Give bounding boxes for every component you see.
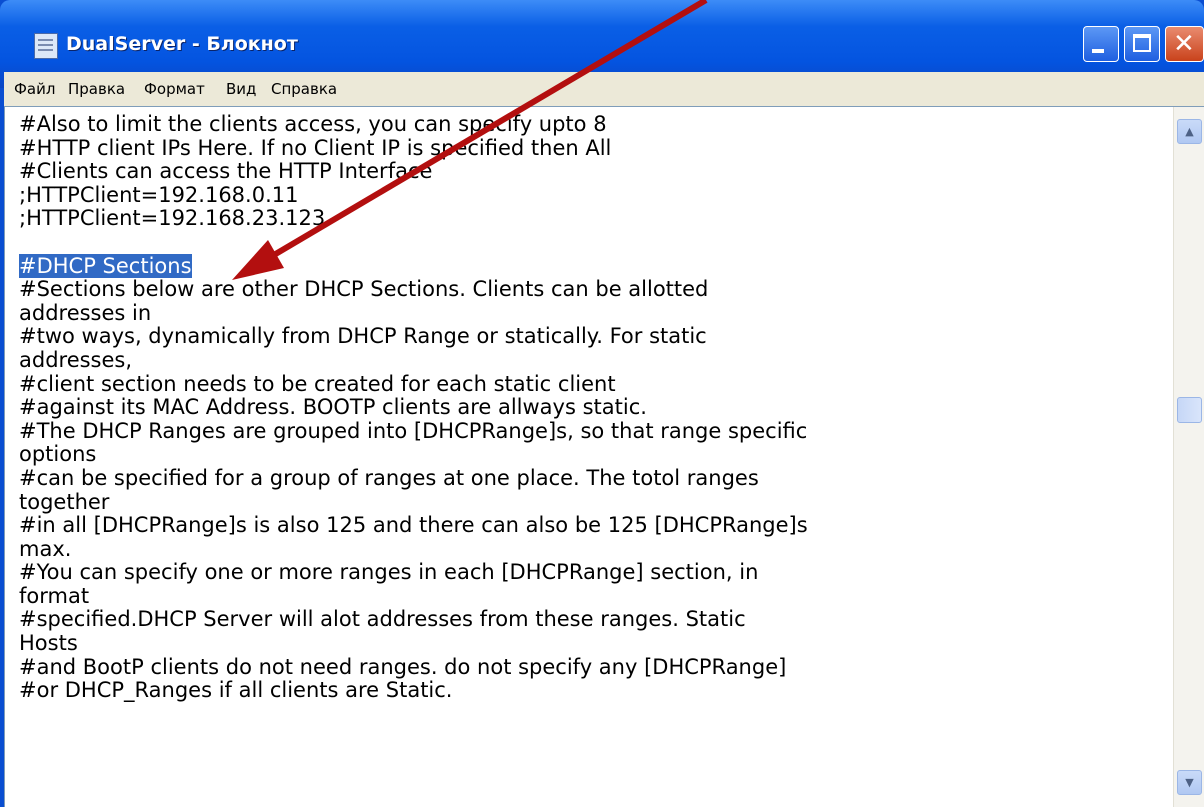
scroll-down-button[interactable]: ▼ (1177, 770, 1202, 795)
text-line-content: addresses in (19, 300, 152, 325)
minimize-button[interactable] (1083, 26, 1119, 62)
text-line[interactable]: #HTTP client IPs Here. If no Client IP i… (19, 135, 1169, 161)
text-line-content: ;HTTPClient=192.168.23.123 (19, 206, 326, 231)
text-line[interactable]: #client section needs to be created for … (19, 371, 1169, 397)
text-line-content: #Clients can access the HTTP Interface (19, 159, 433, 184)
menu-format[interactable]: Формат (144, 80, 205, 98)
text-line[interactable]: Hosts (19, 631, 1169, 656)
chevron-down-icon: ▼ (1185, 776, 1194, 789)
text-line[interactable]: #and BootP clients do not need ranges. d… (19, 654, 1169, 680)
text-line-content: #Sections below are other DHCP Sections.… (19, 277, 709, 302)
maximize-icon (1133, 34, 1151, 52)
text-line-content: #client section needs to be created for … (19, 371, 616, 396)
scroll-up-button[interactable]: ▲ (1177, 119, 1202, 144)
text-line-content: #against its MAC Address. BOOTP clients … (19, 395, 647, 420)
text-line-content: #can be specified for a group of ranges … (19, 465, 759, 490)
minimize-icon (1092, 49, 1104, 53)
close-button[interactable]: ✕ (1165, 26, 1204, 62)
text-line-content: Hosts (19, 631, 78, 656)
text-line[interactable]: format (19, 583, 1169, 609)
text-line-content: #specified.DHCP Server will alot address… (19, 607, 746, 632)
text-line-content: #DHCP Sections (19, 253, 192, 278)
notepad-icon[interactable] (34, 33, 58, 59)
text-line-content: #two ways, dynamically from DHCP Range o… (19, 324, 707, 349)
text-line-content: #Also to limit the clients access, you c… (19, 113, 607, 136)
text-line-content (19, 230, 26, 254)
text-editor[interactable]: #Also to limit the clients access, you c… (4, 106, 1204, 807)
text-line[interactable]: #You can specify one or more ranges in e… (19, 560, 1169, 585)
chevron-up-icon: ▲ (1185, 125, 1194, 138)
text-line[interactable]: #The DHCP Ranges are grouped into [DHCPR… (19, 418, 1169, 444)
notepad-window: DualServer - Блокнот ✕ Файл Правка Форма… (0, 0, 1204, 807)
text-line-content: options (19, 442, 97, 467)
menu-help[interactable]: Справка (271, 80, 337, 98)
text-line[interactable]: #against its MAC Address. BOOTP clients … (19, 395, 1169, 420)
maximize-button[interactable] (1124, 26, 1160, 62)
text-line-content: #HTTP client IPs Here. If no Client IP i… (19, 135, 612, 160)
text-line-content: addresses, (19, 347, 133, 372)
text-line[interactable]: #in all [DHCPRange]s is also 125 and the… (19, 513, 1169, 538)
text-line-content: ;HTTPClient=192.168.0.11 (19, 182, 299, 207)
text-line[interactable]: together (19, 489, 1169, 515)
window-title: DualServer - Блокнот (66, 33, 298, 55)
text-line-content: #or DHCP_Ranges if all clients are Stati… (19, 678, 453, 703)
text-line[interactable]: addresses, (19, 347, 1169, 373)
text-line-content: #You can specify one or more ranges in e… (19, 560, 759, 585)
text-line[interactable]: #Clients can access the HTTP Interface (19, 159, 1169, 184)
selected-text-line[interactable]: #DHCP Sections (19, 253, 1169, 279)
menu-bar: Файл Правка Формат Вид Справка (4, 72, 1204, 106)
text-line[interactable]: #Also to limit the clients access, you c… (19, 113, 1169, 137)
text-line-content: together (19, 489, 110, 514)
text-line[interactable]: #specified.DHCP Server will alot address… (19, 608, 1169, 632)
text-line[interactable]: #or DHCP_Ranges if all clients are Stati… (19, 678, 1169, 703)
text-line[interactable]: ;HTTPClient=192.168.0.11 (19, 182, 1169, 208)
scroll-thumb[interactable] (1177, 397, 1202, 423)
vertical-scrollbar[interactable]: ▲ ▼ (1173, 107, 1204, 807)
close-icon: ✕ (1173, 29, 1195, 59)
text-line[interactable]: #Sections below are other DHCP Sections.… (19, 277, 1169, 302)
text-line-content: #and BootP clients do not need ranges. d… (19, 654, 787, 679)
text-line-content: #in all [DHCPRange]s is also 125 and the… (19, 513, 808, 538)
text-line-content: max. (19, 536, 72, 561)
text-line[interactable]: max. (19, 536, 1169, 562)
text-line-content: format (19, 583, 90, 608)
text-line[interactable]: ;HTTPClient=192.168.23.123 (19, 207, 1169, 231)
menu-edit[interactable]: Правка (68, 80, 125, 98)
text-line[interactable]: addresses in (19, 300, 1169, 326)
text-line[interactable]: #can be specified for a group of ranges … (19, 465, 1169, 491)
menu-view[interactable]: Вид (226, 80, 256, 98)
text-line[interactable]: #two ways, dynamically from DHCP Range o… (19, 325, 1169, 349)
text-content[interactable]: #Also to limit the clients access, you c… (19, 113, 1169, 803)
menu-file[interactable]: Файл (14, 80, 55, 98)
text-line[interactable]: options (19, 443, 1169, 467)
text-line[interactable] (19, 231, 1169, 255)
text-line-content: #The DHCP Ranges are grouped into [DHCPR… (19, 418, 808, 443)
